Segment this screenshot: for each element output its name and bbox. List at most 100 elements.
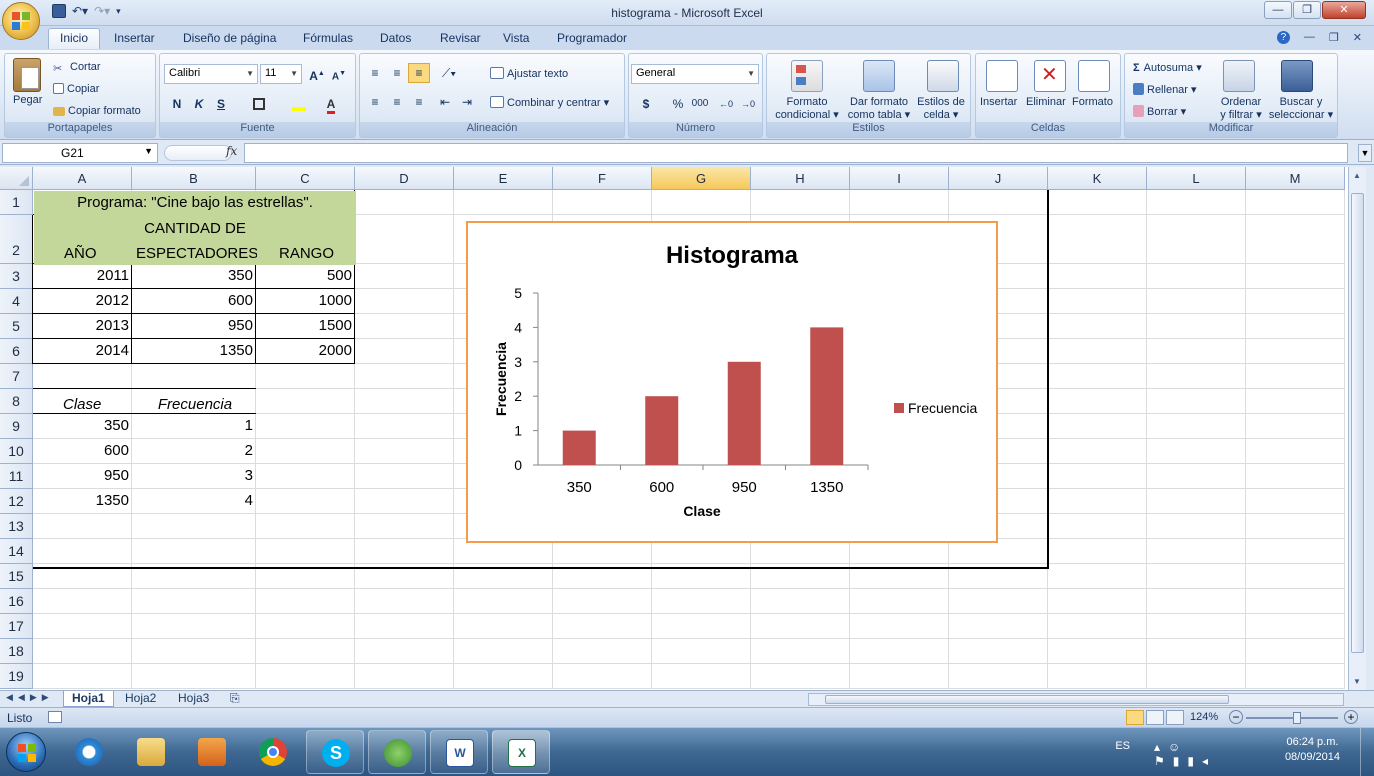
taskbar-ie[interactable]: [60, 730, 118, 774]
font-color-button[interactable]: A: [320, 94, 342, 114]
row-header-13[interactable]: 13: [0, 514, 33, 539]
horizontal-scrollbar[interactable]: [808, 693, 1344, 706]
decrease-indent-button[interactable]: ⇤: [434, 92, 456, 112]
row-header-8[interactable]: 8: [0, 389, 33, 414]
column-header-b[interactable]: B: [132, 167, 256, 190]
ribbon-restore-icon[interactable]: ❐: [1329, 31, 1339, 44]
row-header-4[interactable]: 4: [0, 289, 33, 314]
sheet-nav-arrows[interactable]: ◀◀▶▶: [6, 692, 54, 703]
zoom-level[interactable]: 124%: [1190, 711, 1218, 723]
cell-A5[interactable]: 2013: [33, 317, 132, 334]
align-top-button[interactable]: ≡: [364, 63, 386, 83]
start-button[interactable]: [6, 732, 46, 772]
taskbar-excel[interactable]: X: [492, 730, 550, 774]
page-break-view-icon[interactable]: [1166, 710, 1184, 725]
row-header-9[interactable]: 9: [0, 414, 33, 439]
taskbar-media[interactable]: [183, 730, 241, 774]
row-header-19[interactable]: 19: [0, 664, 33, 689]
paste-button[interactable]: Pegar: [13, 94, 42, 106]
copy-button[interactable]: Copiar: [53, 83, 99, 95]
align-left-button[interactable]: ≡: [364, 92, 386, 112]
clock[interactable]: 06:24 p.m. 08/09/2014: [1285, 735, 1340, 765]
format-cells-button[interactable]: Formato: [1072, 96, 1113, 108]
macro-record-icon[interactable]: [48, 711, 62, 723]
cell-C4[interactable]: 1000: [256, 292, 355, 309]
format-painter-button[interactable]: Copiar formato: [53, 105, 141, 117]
formula-bar-splitter[interactable]: [164, 145, 232, 161]
ribbon-close-icon[interactable]: ✕: [1353, 31, 1362, 44]
scroll-up-icon[interactable]: ▲: [1353, 171, 1361, 180]
borders-button[interactable]: [248, 94, 270, 114]
underline-button[interactable]: S: [210, 94, 232, 114]
cell-B5[interactable]: 950: [132, 317, 256, 334]
cell-styles-button[interactable]: Estilos de celda ▾: [913, 96, 969, 122]
tab-diseno-pagina[interactable]: Diseño de página: [183, 31, 276, 45]
row-header-11[interactable]: 11: [0, 464, 33, 489]
format-as-table-button[interactable]: Dar formato como tabla ▾: [845, 96, 913, 122]
zoom-slider[interactable]: [1246, 717, 1338, 719]
orientation-button[interactable]: ⟋▾: [438, 63, 460, 83]
sheet-tab-hoja2[interactable]: Hoja2: [117, 691, 164, 707]
font-name-select[interactable]: Calibri ▼: [164, 64, 258, 84]
tab-formulas[interactable]: Fórmulas: [303, 31, 353, 45]
insert-cells-button[interactable]: Insertar: [980, 96, 1017, 108]
name-box[interactable]: G21 ▼: [2, 143, 158, 163]
normal-view-icon[interactable]: [1126, 710, 1144, 725]
shrink-font-button[interactable]: A▼: [328, 64, 350, 84]
row-header-6[interactable]: 6: [0, 339, 33, 364]
autosum-button[interactable]: Σ Autosuma ▾: [1133, 61, 1202, 74]
wrap-text-button[interactable]: Ajustar texto: [490, 67, 568, 80]
minimize-button[interactable]: —: [1264, 1, 1292, 19]
italic-button[interactable]: K: [188, 94, 210, 114]
row-header-15[interactable]: 15: [0, 564, 33, 589]
column-header-m[interactable]: M: [1246, 167, 1345, 190]
cell-C2[interactable]: RANGO: [257, 245, 356, 262]
increase-indent-button[interactable]: ⇥: [456, 92, 478, 112]
zoom-out-icon[interactable]: −: [1229, 710, 1243, 724]
sheet-tab-hoja3[interactable]: Hoja3: [170, 691, 217, 707]
cell-A9[interactable]: 350: [33, 417, 132, 434]
ribbon-minimize-icon[interactable]: —: [1304, 31, 1315, 44]
column-header-j[interactable]: J: [949, 167, 1048, 190]
fill-button[interactable]: Rellenar ▾: [1133, 83, 1197, 96]
cell-A11[interactable]: 950: [33, 467, 132, 484]
align-center-button[interactable]: ≡: [386, 92, 408, 112]
tab-datos[interactable]: Datos: [380, 31, 411, 45]
vertical-scrollbar[interactable]: ▲ ▼: [1348, 167, 1366, 690]
row-header-2[interactable]: 2: [0, 215, 33, 264]
row-header-7[interactable]: 7: [0, 364, 33, 389]
cell-A4[interactable]: 2012: [33, 292, 132, 309]
sheet-tab-hoja1[interactable]: Hoja1: [63, 691, 114, 707]
grow-font-button[interactable]: A▲: [306, 64, 328, 84]
cell-B8[interactable]: Frecuencia: [133, 396, 257, 413]
zoom-slider-knob[interactable]: [1293, 712, 1301, 724]
taskbar-word[interactable]: W: [430, 730, 488, 774]
font-size-select[interactable]: 11 ▼: [260, 64, 302, 84]
zoom-in-icon[interactable]: +: [1344, 710, 1358, 724]
cell-B12[interactable]: 4: [132, 492, 256, 509]
increase-decimal-button[interactable]: ←0: [715, 94, 737, 114]
clear-button[interactable]: Borrar ▾: [1133, 105, 1186, 118]
insert-sheet-icon[interactable]: ⎘: [222, 691, 248, 707]
vertical-scroll-thumb[interactable]: [1351, 193, 1364, 653]
delete-cells-button[interactable]: Eliminar: [1026, 96, 1066, 108]
paste-icon[interactable]: [13, 58, 41, 92]
cell-A6[interactable]: 2014: [33, 342, 132, 359]
column-header-g[interactable]: G: [652, 167, 751, 190]
cell-B3[interactable]: 350: [132, 267, 256, 284]
cell-A8[interactable]: Clase: [34, 396, 133, 413]
cell-B9[interactable]: 1: [132, 417, 256, 434]
cell-C5[interactable]: 1500: [256, 317, 355, 334]
page-layout-view-icon[interactable]: [1146, 710, 1164, 725]
column-header-c[interactable]: C: [256, 167, 355, 190]
row-header-10[interactable]: 10: [0, 439, 33, 464]
tab-inicio[interactable]: Inicio: [48, 28, 101, 49]
taskbar-explorer[interactable]: [122, 730, 180, 774]
row-header-16[interactable]: 16: [0, 589, 33, 614]
align-bottom-button[interactable]: ≡: [408, 63, 430, 83]
cell-A1[interactable]: Programa: "Cine bajo las estrellas".: [34, 194, 356, 211]
currency-button[interactable]: $: [635, 94, 657, 114]
cell-B11[interactable]: 3: [132, 467, 256, 484]
maximize-button[interactable]: ❐: [1293, 1, 1321, 19]
row-header-3[interactable]: 3: [0, 264, 33, 289]
